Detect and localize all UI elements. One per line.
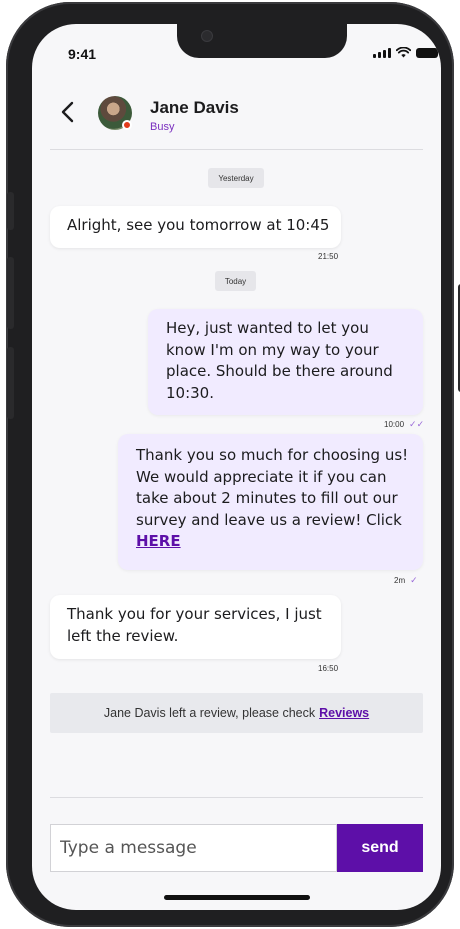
contact-name[interactable]: Jane Davis <box>150 98 239 118</box>
header-divider <box>50 149 423 150</box>
send-button[interactable]: send <box>337 824 423 872</box>
message-bubble-incoming: Thank you for your services, I just left… <box>50 595 341 659</box>
message-text: Alright, see you tomorrow at 10:45 <box>67 216 330 234</box>
date-chip-today: Today <box>215 271 256 291</box>
back-arrow-icon[interactable] <box>58 100 78 124</box>
status-time: 9:41 <box>68 46 97 62</box>
survey-link[interactable]: HERE <box>136 532 181 550</box>
message-bubble-incoming: Alright, see you tomorrow at 10:45 <box>50 206 341 248</box>
signal-icon <box>373 47 391 58</box>
message-meta: 21:50 <box>318 252 338 261</box>
message-time: 10:00 <box>384 420 405 429</box>
mute-switch <box>7 192 14 230</box>
status-icons <box>373 47 441 58</box>
battery-icon <box>416 47 441 58</box>
phone-frame: 9:41 Jane Davis Busy Yesterday Alright, … <box>6 2 460 927</box>
volume-up-button <box>7 257 14 329</box>
home-indicator <box>164 895 310 900</box>
phone-screen: 9:41 Jane Davis Busy Yesterday Alright, … <box>32 24 441 910</box>
double-check-icon: ✓✓ <box>409 419 425 429</box>
message-text: Thank you so much for choosing us! We wo… <box>136 446 409 529</box>
wifi-icon <box>396 47 411 58</box>
presence-dot <box>122 120 132 130</box>
date-chip-yesterday: Yesterday <box>208 168 264 188</box>
volume-down-button <box>7 347 14 419</box>
message-meta: 16:50 <box>318 664 338 673</box>
message-bubble-outgoing: Hey, just wanted to let you know I'm on … <box>148 309 423 415</box>
check-icon: ✓ <box>410 575 418 585</box>
message-input[interactable] <box>50 824 337 872</box>
message-text: Thank you for your services, I just left… <box>67 605 322 645</box>
message-meta: 2m ✓ <box>394 575 418 586</box>
composer-divider <box>50 797 423 798</box>
contact-status: Busy <box>150 121 175 133</box>
message-bubble-outgoing: Thank you so much for choosing us! We wo… <box>118 434 423 570</box>
message-time: 16:50 <box>318 664 339 673</box>
message-time: 2m <box>394 576 406 585</box>
notch <box>177 24 347 58</box>
review-notification: Jane Davis left a review, please check R… <box>50 693 423 733</box>
message-meta: 10:00 ✓✓ <box>384 419 424 430</box>
message-time: 21:50 <box>318 252 339 261</box>
reviews-link[interactable]: Reviews <box>319 706 369 720</box>
review-notification-text: Jane Davis left a review, please check <box>103 706 316 720</box>
message-text: Hey, just wanted to let you know I'm on … <box>166 319 393 402</box>
camera-icon <box>201 30 213 42</box>
